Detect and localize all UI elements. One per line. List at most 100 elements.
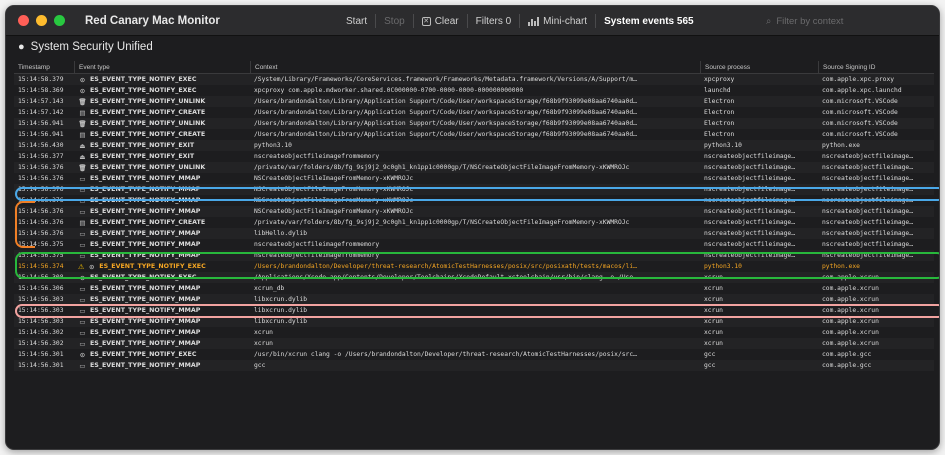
column-header-source-process[interactable]: Source process xyxy=(700,61,818,73)
event-type-label: ES_EVENT_TYPE_NOTIFY_MMAP xyxy=(90,318,201,325)
column-header-context[interactable]: Context xyxy=(250,61,700,73)
file-icon: ▤ xyxy=(79,108,86,117)
mmap-icon: ▭ xyxy=(79,328,86,337)
table-row[interactable]: 15:14:57.143 🗑 ES_EVENT_TYPE_NOTIFY_UNLINK… xyxy=(14,96,934,107)
cell-signing-id: nscreateobjectfileimage… xyxy=(822,208,913,215)
cell-context: /Users/brandondalton/Library/Application… xyxy=(254,98,637,105)
cell-signing-id: com.microsoft.VSCode xyxy=(822,98,898,105)
mmap-icon: ▭ xyxy=(79,306,86,315)
cell-signing-id: com.apple.xpc.launchd xyxy=(822,87,902,94)
cell-timestamp: 15:14:56.377 xyxy=(18,153,64,160)
cell-timestamp: 15:14:56.376 xyxy=(18,186,64,193)
event-type-label: ES_EVENT_TYPE_NOTIFY_MMAP xyxy=(90,186,201,193)
apple-icon: ● xyxy=(18,41,25,53)
cell-context: /usr/bin/xcrun clang -o /Users/brandonda… xyxy=(254,351,637,358)
column-header-signing-id[interactable]: Source Signing ID xyxy=(818,61,934,73)
exec-icon: ⊙ xyxy=(79,75,86,84)
event-type-label: ES_EVENT_TYPE_NOTIFY_MMAP xyxy=(90,362,201,369)
cell-source-process: nscreateobjectfileimage… xyxy=(704,186,795,193)
cell-context: /Applications/Xcode.app/Contents/Develop… xyxy=(254,274,637,281)
cell-timestamp: 15:14:56.303 xyxy=(18,296,64,303)
mini-chart-button[interactable]: Mini-chart xyxy=(528,16,587,27)
table-row[interactable]: 15:14:56.303 ▭ ES_EVENT_TYPE_NOTIFY_MMAP li… xyxy=(14,316,934,327)
cell-signing-id: nscreateobjectfileimage… xyxy=(822,241,913,248)
clear-button[interactable]: ✕ Clear xyxy=(421,16,459,27)
table-row[interactable]: 15:14:56.376 🗑 ES_EVENT_TYPE_NOTIFY_UNLINK… xyxy=(14,162,934,173)
cell-event-type: ▭ ES_EVENT_TYPE_NOTIFY_MMAP xyxy=(74,241,250,249)
event-type-label: ES_EVENT_TYPE_NOTIFY_MMAP xyxy=(90,230,201,237)
close-window-button[interactable] xyxy=(18,15,29,26)
cell-source-process: Electron xyxy=(704,131,735,138)
cell-context: xcrun xyxy=(254,329,273,336)
cell-context: /System/Library/Frameworks/CoreServices.… xyxy=(254,76,637,83)
table-row[interactable]: 15:14:58.379 ⊙ ES_EVENT_TYPE_NOTIFY_EXEC/S… xyxy=(14,74,934,85)
cell-signing-id: com.apple.xpc.proxy xyxy=(822,76,895,83)
table-header: Timestamp Event type Context Source proc… xyxy=(14,61,934,74)
event-type-label: ES_EVENT_TYPE_NOTIFY_MMAP xyxy=(90,307,201,314)
table-row[interactable]: 15:14:56.301 ⊙ ES_EVENT_TYPE_NOTIFY_EXEC/u… xyxy=(14,349,934,360)
cell-source-process: nscreateobjectfileimage… xyxy=(704,241,795,248)
table-row[interactable]: 15:14:56.941 ▤ ES_EVENT_TYPE_NOTIFY_CREATE… xyxy=(14,129,934,140)
table-row[interactable]: 15:14:56.306 ▭ ES_EVENT_TYPE_NOTIFY_MMAP xc… xyxy=(14,283,934,294)
column-header-event-type[interactable]: Event type xyxy=(74,61,250,73)
event-type-label: ES_EVENT_TYPE_NOTIFY_UNLINK xyxy=(90,98,206,105)
table-row[interactable]: 15:14:56.376 ▭ ES_EVENT_TYPE_NOTIFY_MMAP li… xyxy=(14,228,934,239)
table-row[interactable]: 15:14:56.302 ▭ ES_EVENT_TYPE_NOTIFY_MMAP xc… xyxy=(14,338,934,349)
filter-search[interactable]: ⌕ Filter by context xyxy=(766,12,926,30)
start-button[interactable]: Start xyxy=(346,16,367,27)
table-row[interactable]: 15:14:56.376 ▭ ES_EVENT_TYPE_NOTIFY_MMAP NS… xyxy=(14,173,934,184)
table-row[interactable]: 15:14:56.308 ⊙ ES_EVENT_TYPE_NOTIFY_EXEC/A… xyxy=(14,272,934,283)
system-events-label: System events 565 xyxy=(604,15,694,27)
table-row[interactable]: 15:14:56.376 ▭ ES_EVENT_TYPE_NOTIFY_MMAP NS… xyxy=(14,195,934,206)
system-events-count: System events 565 xyxy=(604,16,694,27)
table-row[interactable]: 15:14:56.303 ▭ ES_EVENT_TYPE_NOTIFY_MMAP li… xyxy=(14,294,934,305)
cell-event-type: ⏏ ES_EVENT_TYPE_NOTIFY_EXIT xyxy=(74,153,250,161)
file-icon: ▤ xyxy=(79,130,86,139)
filter-placeholder: Filter by context xyxy=(776,15,844,27)
event-type-label: ES_EVENT_TYPE_NOTIFY_MMAP xyxy=(90,197,201,204)
cell-timestamp: 15:14:57.143 xyxy=(18,98,64,105)
table-row[interactable]: 15:14:56.941 🗑 ES_EVENT_TYPE_NOTIFY_UNLINK… xyxy=(14,118,934,129)
table-row[interactable]: 15:14:56.375 ▭ ES_EVENT_TYPE_NOTIFY_MMAP ns… xyxy=(14,250,934,261)
table-row[interactable]: 15:14:56.376 ▭ ES_EVENT_TYPE_NOTIFY_MMAP NS… xyxy=(14,184,934,195)
table-row[interactable]: 15:14:56.374 ⚠ ⊙ ES_EVENT_TYPE_NOTIFY_EXEC /… xyxy=(14,261,934,272)
mmap-icon: ▭ xyxy=(79,317,86,326)
cell-source-process: gcc xyxy=(704,362,716,369)
table-row[interactable]: 15:14:56.303 ▭ ES_EVENT_TYPE_NOTIFY_MMAP li… xyxy=(14,305,934,316)
cell-source-process: Electron xyxy=(704,120,735,127)
cell-timestamp: 15:14:56.430 xyxy=(18,142,64,149)
event-type-label: ES_EVENT_TYPE_NOTIFY_EXIT xyxy=(90,153,195,160)
cell-timestamp: 15:14:56.376 xyxy=(18,175,64,182)
table-row[interactable]: 15:14:56.375 ▭ ES_EVENT_TYPE_NOTIFY_MMAP ns… xyxy=(14,239,934,250)
table-row[interactable]: 15:14:56.377 ⏏ ES_EVENT_TYPE_NOTIFY_EXIT ns… xyxy=(14,151,934,162)
cell-source-process: xcrun xyxy=(704,307,723,314)
mmap-icon: ▭ xyxy=(79,339,86,348)
cell-event-type: 🗑 ES_EVENT_TYPE_NOTIFY_UNLINK xyxy=(74,98,250,106)
event-type-label: ES_EVENT_TYPE_NOTIFY_MMAP xyxy=(90,296,201,303)
cell-signing-id: com.apple.xcrun xyxy=(822,318,879,325)
table-row[interactable]: 15:14:56.430 ⏏ ES_EVENT_TYPE_NOTIFY_EXIT py… xyxy=(14,140,934,151)
minimize-window-button[interactable] xyxy=(36,15,47,26)
event-type-label: ES_EVENT_TYPE_NOTIFY_MMAP xyxy=(90,329,201,336)
table-row[interactable]: 15:14:56.301 ▭ ES_EVENT_TYPE_NOTIFY_MMAP gc… xyxy=(14,360,934,371)
exec-icon: ⊙ xyxy=(89,262,95,271)
cell-signing-id: python.exe xyxy=(822,263,860,270)
cell-source-process: xcrun xyxy=(704,329,723,336)
event-type-label: ES_EVENT_TYPE_NOTIFY_MMAP xyxy=(90,208,201,215)
column-header-timestamp[interactable]: Timestamp xyxy=(14,61,74,73)
cell-event-type: 🗑 ES_EVENT_TYPE_NOTIFY_UNLINK xyxy=(74,164,250,172)
trash-icon: 🗑 xyxy=(78,119,87,128)
start-label: Start xyxy=(346,15,368,27)
table-row[interactable]: 15:14:56.302 ▭ ES_EVENT_TYPE_NOTIFY_MMAP xc… xyxy=(14,327,934,338)
cell-timestamp: 15:14:56.301 xyxy=(18,351,64,358)
table-row[interactable]: 15:14:57.142 ▤ ES_EVENT_TYPE_NOTIFY_CREATE… xyxy=(14,107,934,118)
section-title: System Security Unified xyxy=(30,41,153,53)
zoom-window-button[interactable] xyxy=(54,15,65,26)
table-row[interactable]: 15:14:56.376 ▭ ES_EVENT_TYPE_NOTIFY_MMAP NS… xyxy=(14,206,934,217)
table-row[interactable]: 15:14:56.376 ▤ ES_EVENT_TYPE_NOTIFY_CREATE… xyxy=(14,217,934,228)
filters-button[interactable]: Filters 0 xyxy=(476,16,512,27)
stop-button[interactable]: Stop xyxy=(384,16,405,27)
events-table: Timestamp Event type Context Source proc… xyxy=(14,61,934,446)
table-row[interactable]: 15:14:58.369 ⊙ ES_EVENT_TYPE_NOTIFY_EXEC xp… xyxy=(14,85,934,96)
cell-source-process: xcrun xyxy=(704,285,723,292)
